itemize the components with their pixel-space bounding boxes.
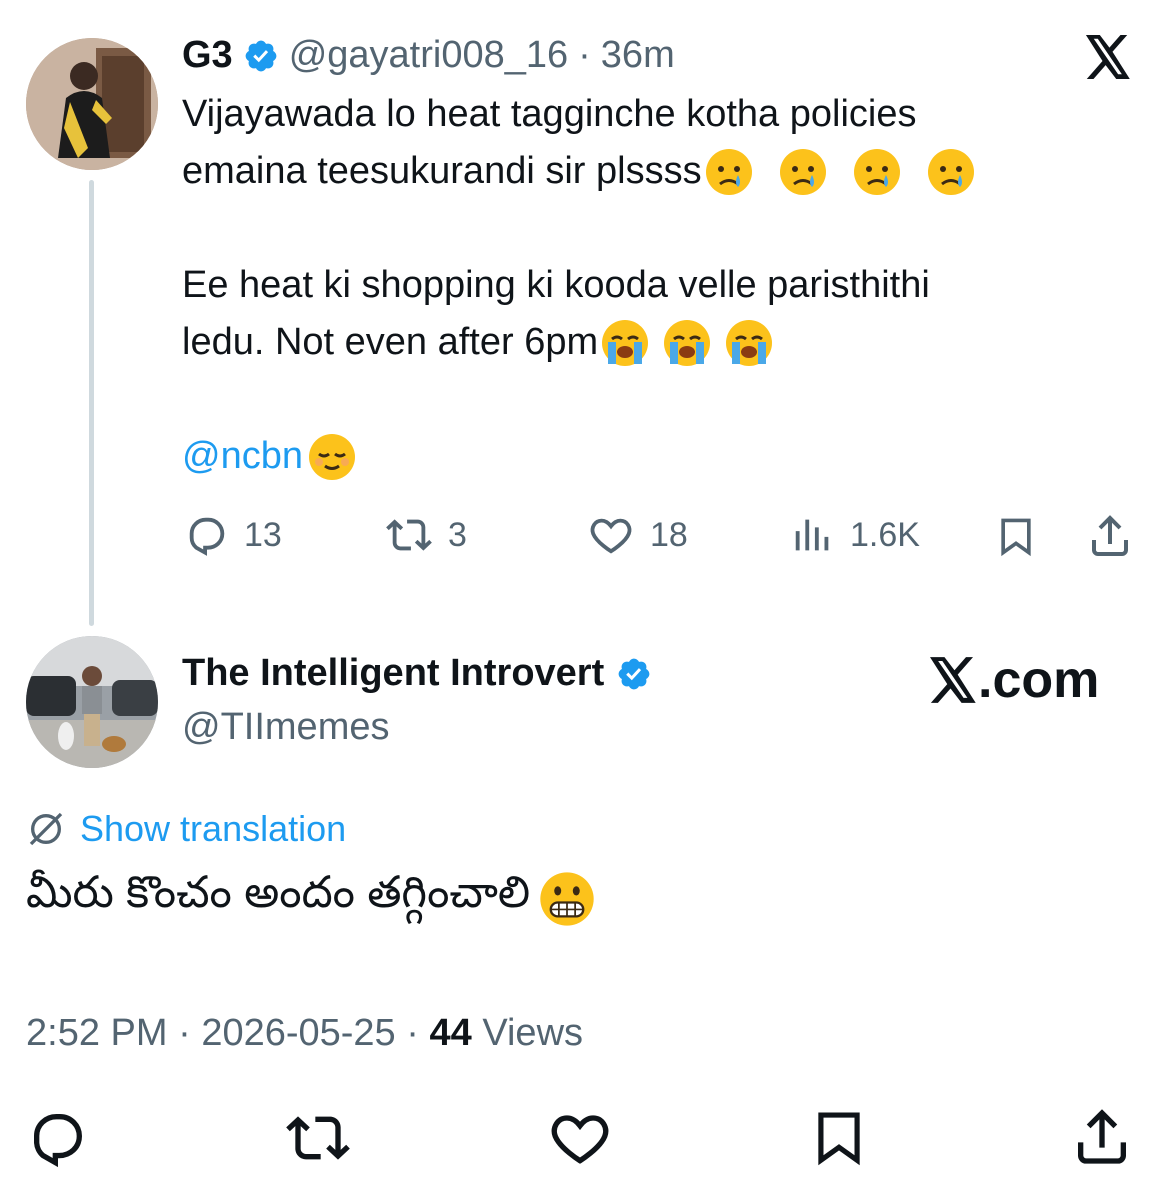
x-com-watermark: .com <box>928 650 1099 710</box>
mention-link[interactable]: @ncbn <box>182 428 303 485</box>
tweet-text-line: @ncbn <box>182 428 1142 485</box>
reply-header: The Intelligent Introvert <box>182 652 652 695</box>
reply-date[interactable]: 2026-05-25 <box>201 1012 395 1054</box>
bookmark-icon[interactable] <box>808 1104 870 1170</box>
verified-badge-icon <box>616 656 652 692</box>
views-button[interactable]: 1.6K <box>790 512 920 558</box>
x-logo-icon <box>1084 34 1132 85</box>
reply-views-count: 44 <box>429 1012 472 1054</box>
meta-separator: · <box>406 1012 419 1054</box>
repost-icon <box>386 519 432 551</box>
views-count: 1.6K <box>850 515 920 554</box>
tweet-text-line: Vijayawada lo heat tagginche kotha polic… <box>182 93 917 135</box>
views-icon <box>795 519 829 551</box>
reply-button[interactable]: 13 <box>184 512 282 558</box>
crying-face-emoji <box>853 148 900 195</box>
meta-separator: · <box>178 1012 191 1054</box>
x-logo-icon <box>930 657 976 703</box>
loudly-crying-face-emoji <box>726 319 773 366</box>
time-ago[interactable]: 36m <box>601 34 675 77</box>
show-translation-link[interactable]: Show translation <box>26 808 346 850</box>
repost-count: 3 <box>448 515 467 554</box>
reply-time[interactable]: 2:52 PM <box>26 1012 168 1054</box>
loudly-crying-face-emoji <box>664 319 711 366</box>
repost-icon[interactable] <box>284 1106 352 1170</box>
reply-metadata: 2:52 PM · 2026-05-25 · 44 Views <box>26 1012 583 1055</box>
tweet-text-line: ledu. Not even after 6pm <box>182 314 1142 371</box>
reply-views-label: Views <box>482 1012 584 1054</box>
like-icon <box>590 518 632 554</box>
like-count: 18 <box>650 515 688 554</box>
crying-face-emoji <box>705 148 752 195</box>
loudly-crying-face-emoji <box>602 319 649 366</box>
share-icon <box>1092 515 1128 556</box>
grimacing-face-emoji <box>540 871 594 926</box>
author-name[interactable]: G3 <box>182 34 233 77</box>
tweet-header: G3 @gayatri008_16 · 36m <box>182 34 675 77</box>
bookmark-button[interactable] <box>994 512 1038 560</box>
reply-icon[interactable] <box>26 1106 90 1170</box>
reply-author-name[interactable]: The Intelligent Introvert <box>182 652 604 695</box>
reply-count: 13 <box>244 515 282 554</box>
reply-author-handle[interactable]: @TIImemes <box>182 706 389 749</box>
share-icon[interactable] <box>1070 1104 1134 1170</box>
tweet-text-fragment: ledu. Not even after 6pm <box>182 321 599 363</box>
watermark-text: .com <box>978 651 1100 709</box>
thread-connector-line <box>89 180 94 626</box>
show-translation-label: Show translation <box>80 808 347 849</box>
meta-separator: · <box>578 34 591 76</box>
translate-icon <box>29 812 63 846</box>
bookmark-icon <box>1001 518 1031 557</box>
tweet-text-line: Ee heat ki shopping ki kooda velle paris… <box>182 264 930 306</box>
author-handle[interactable]: @gayatri008_16 <box>289 34 568 77</box>
reply-icon <box>189 517 225 556</box>
reply-text-content: మీరు కొంచం అందం తగ్గించాలి <box>26 868 531 917</box>
tweet-text-line: emaina teesukurandi sir plssss <box>182 143 1142 200</box>
reply-author-avatar[interactable] <box>26 636 158 768</box>
tweet-text-fragment: emaina teesukurandi sir plssss <box>182 150 702 192</box>
repost-button[interactable]: 3 <box>384 512 467 558</box>
reply-text: మీరు కొంచం అందం తగ్గించాలి <box>26 868 596 929</box>
like-button[interactable]: 18 <box>586 512 688 558</box>
verified-badge-icon <box>243 38 279 74</box>
crying-face-emoji <box>779 148 826 195</box>
tweet-body: Vijayawada lo heat tagginche kotha polic… <box>182 86 1142 485</box>
share-button[interactable] <box>1086 512 1134 560</box>
author-avatar[interactable] <box>26 38 158 170</box>
like-icon[interactable] <box>548 1106 612 1170</box>
crying-face-emoji <box>927 148 974 195</box>
relieved-face-emoji <box>308 433 355 480</box>
